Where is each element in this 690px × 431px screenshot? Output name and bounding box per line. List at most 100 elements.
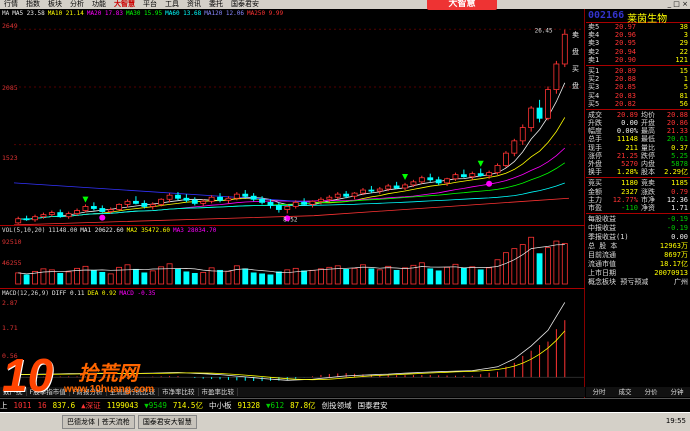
menu-item-0[interactable]: 行情 bbox=[0, 0, 22, 8]
finance-row: 上市日期 20070913 bbox=[586, 269, 690, 278]
menu-item-9[interactable]: 委托 bbox=[205, 0, 227, 8]
finance-row: 流通市值 18.17亿 bbox=[586, 260, 690, 269]
menu-item-10[interactable]: 国泰君安 bbox=[227, 0, 263, 8]
bottom-tab-1[interactable]: F股季指市值 bbox=[26, 388, 70, 396]
vol-legend-item-4: MA3 28034.70 bbox=[172, 227, 217, 234]
volume-bar bbox=[561, 243, 568, 285]
quote-value: 11148 bbox=[616, 135, 638, 144]
menu-item-1[interactable]: 指数 bbox=[22, 0, 44, 8]
order-side-tabs: 卖盘买盘 bbox=[572, 30, 586, 98]
candle-body bbox=[259, 198, 265, 203]
macd-chart[interactable] bbox=[14, 299, 584, 387]
volume-bar bbox=[326, 266, 333, 285]
menu-item-8[interactable]: 资讯 bbox=[183, 0, 205, 8]
finance-value: 20070913 bbox=[654, 269, 688, 278]
volume-bar bbox=[385, 265, 392, 285]
candle-body bbox=[183, 197, 190, 201]
macd-dea-line bbox=[18, 330, 566, 381]
candle-body bbox=[486, 172, 493, 177]
ma5-line bbox=[18, 82, 566, 220]
quote2-label: 金额 bbox=[588, 187, 602, 196]
finance-label: 中报收益 bbox=[588, 224, 616, 233]
quote2-value: 12.77% bbox=[612, 195, 638, 204]
finance-row: 总 股 本 12963万 bbox=[586, 242, 690, 251]
window-controls[interactable]: _ □ × bbox=[668, 0, 688, 8]
volume-bar bbox=[427, 268, 434, 285]
bid-label: 买5 bbox=[588, 99, 600, 108]
candle-body bbox=[48, 212, 55, 216]
right-tab-1[interactable]: 成交 bbox=[619, 387, 632, 397]
quote2-label: 市净 bbox=[641, 195, 655, 204]
candle-body bbox=[133, 200, 139, 204]
quote-stats: 成交 20.89 均价 20.88 升跌 0.00 开盘 20.86 幅度 0.00% 最高 21.3… bbox=[586, 111, 690, 177]
menu-item-4[interactable]: 功能 bbox=[88, 0, 110, 8]
bottom-tab-0[interactable]: 数户统 bbox=[0, 388, 27, 396]
candle-body bbox=[191, 199, 198, 204]
ticker-item-0: 上 bbox=[0, 401, 8, 410]
quote2-value: 1180 bbox=[621, 179, 638, 188]
ma-legend-item-1: MA5 23.58 bbox=[12, 10, 45, 17]
ma-legend-item-5: MA60 13.68 bbox=[165, 10, 202, 17]
signal-dot bbox=[486, 180, 493, 187]
ask-price: 20.94 bbox=[614, 47, 636, 56]
finance-label: 概念板块 预亏预减 bbox=[588, 278, 649, 287]
ask-row: 卖1 20.90 121 bbox=[586, 56, 690, 64]
volume-bar bbox=[494, 259, 501, 285]
finance-label: 总 股 本 bbox=[588, 242, 618, 251]
candle-body bbox=[292, 201, 299, 207]
menu-item-6[interactable]: 平台 bbox=[139, 0, 161, 8]
right-view-tabs[interactable]: 分时 成交 分价 分钟 bbox=[586, 387, 690, 397]
taskbar-item-2[interactable]: 国泰君安大智慧 bbox=[137, 415, 197, 429]
bottom-tab-3[interactable]: 全流通行统比较 bbox=[106, 388, 159, 396]
side-tab-1: 盘 bbox=[572, 48, 579, 56]
finance-value: 12963万 bbox=[659, 242, 688, 251]
ask-volume: 29 bbox=[679, 39, 688, 48]
menu-item-5[interactable]: 大智慧 bbox=[110, 0, 139, 8]
right-tab-0[interactable]: 分时 bbox=[593, 387, 606, 397]
bottom-function-tabs[interactable]: 数户统 F股季指市值 F财报分析 全流通行统比较 市净率比较 市盈率比较 bbox=[0, 387, 585, 397]
volume-bar bbox=[191, 272, 198, 285]
chart-area[interactable]: MA MA5 23.58 MA10 21.14 MA20 17.83 MA30 15.9… bbox=[0, 9, 585, 398]
side-tab-2: 买 bbox=[572, 65, 579, 73]
volume-bar bbox=[183, 271, 190, 285]
bid-row: 买2 20.88 1 bbox=[586, 75, 690, 83]
candle-body bbox=[15, 218, 22, 224]
candle-body bbox=[107, 209, 114, 212]
quote-stats-2: 竞买 1180 竞卖 1185 金额 2327 涨跌 0.79 主力 12.77% 市净 12.36 市… bbox=[586, 179, 690, 212]
candle-body bbox=[477, 173, 484, 177]
right-tab-2[interactable]: 分价 bbox=[645, 387, 658, 397]
finance-stats: 每股收益 -0.19 中报收益 -0.19 季报收益(1) 0.00 总 股 本 12963万… bbox=[586, 215, 690, 287]
quote2-label: 市盈 bbox=[588, 203, 602, 212]
finance-label: 上市日期 bbox=[588, 269, 616, 278]
volume-bar bbox=[503, 252, 509, 285]
ticker-item-3: 837.6 bbox=[52, 401, 76, 410]
volume-bar bbox=[149, 270, 156, 285]
menu-item-7[interactable]: 工具 bbox=[161, 0, 183, 8]
volume-chart[interactable] bbox=[14, 236, 584, 286]
volume-bar bbox=[536, 253, 543, 285]
right-tab-3[interactable]: 分钟 bbox=[671, 387, 684, 397]
signal-arrow bbox=[477, 160, 484, 167]
finance-value: -0.19 bbox=[666, 224, 688, 233]
menu-item-2[interactable]: 板块 bbox=[44, 0, 66, 8]
candle-body bbox=[82, 206, 89, 211]
candle-body bbox=[301, 201, 308, 205]
bottom-tab-2[interactable]: F财报分析 bbox=[69, 388, 107, 396]
finance-row: 概念板块 预亏预减 广州 bbox=[586, 278, 690, 287]
ticker-item-13: 国泰君安 bbox=[357, 401, 388, 410]
candlestick-chart[interactable]: 8.52 26.45 bbox=[14, 19, 584, 234]
bid-price: 20.89 bbox=[614, 66, 636, 75]
quote-row: 总手 11148 最低 20.61 bbox=[586, 135, 690, 143]
menu-item-3[interactable]: 分析 bbox=[66, 0, 88, 8]
bottom-tab-4[interactable]: 市净率比较 bbox=[159, 388, 199, 396]
volume-bar bbox=[124, 264, 131, 285]
candle-body bbox=[318, 198, 324, 202]
bid-label: 买2 bbox=[588, 75, 600, 84]
ask-volume: 38 bbox=[679, 23, 688, 31]
quote-label: 跌停 bbox=[641, 151, 655, 160]
candle-body bbox=[90, 206, 97, 209]
bottom-tab-5[interactable]: 市盈率比较 bbox=[198, 388, 238, 396]
volume-bar bbox=[351, 267, 358, 285]
taskbar-item-1[interactable]: 巴德龙体 | 苍天流枪 bbox=[62, 415, 135, 429]
candle-body bbox=[376, 188, 383, 192]
